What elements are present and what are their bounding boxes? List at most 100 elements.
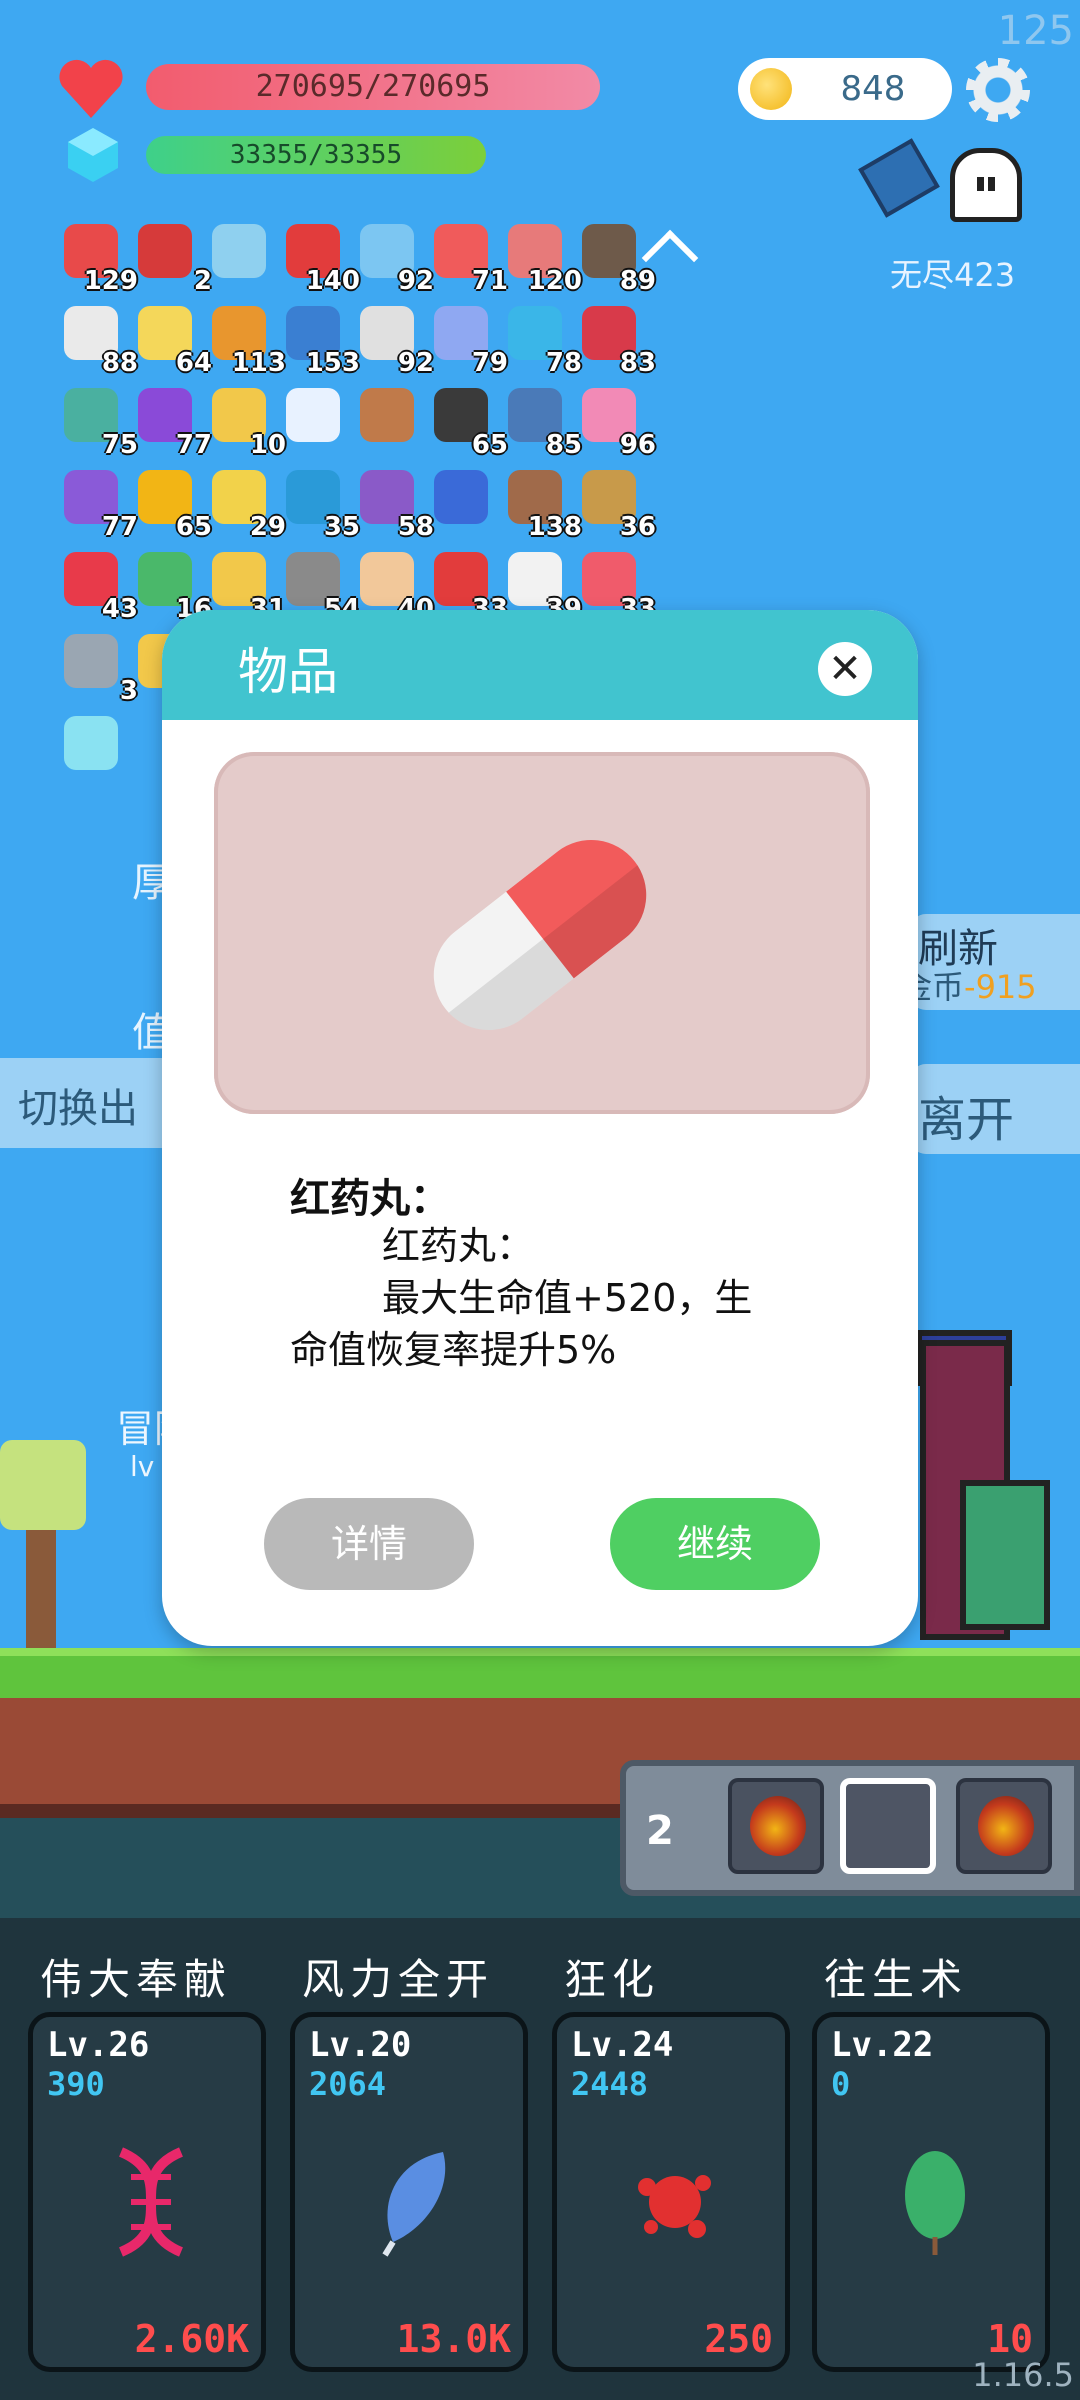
inventory-slot[interactable]: 79 (430, 304, 508, 378)
inventory-slot[interactable]: 33 (578, 550, 656, 624)
skill-card[interactable]: Lv.24 2448 250 (552, 2012, 790, 2372)
inventory-slot[interactable]: 140 (282, 222, 360, 296)
splat-icon (635, 2147, 715, 2257)
item-count: 96 (619, 430, 656, 460)
item-count: 113 (231, 348, 286, 378)
item-count: 83 (619, 348, 656, 378)
inventory-slot[interactable]: 29 (208, 468, 286, 542)
inventory-slot[interactable]: 88 (60, 304, 138, 378)
item-name: 红药丸： (290, 1176, 450, 1222)
inventory-slot[interactable]: 71 (430, 222, 508, 296)
skill-name: 狂化 (564, 1955, 661, 2004)
potion-belt-count: 2 (646, 1808, 674, 1854)
inventory-slot[interactable]: 58 (356, 468, 434, 542)
mana-bar: 33355/33355 (146, 136, 486, 174)
inventory-slot[interactable]: 3 (60, 632, 138, 706)
inventory-slot[interactable]: 120 (504, 222, 582, 296)
skill-card[interactable]: Lv.22 0 10 (812, 2012, 1050, 2372)
inventory-slot[interactable]: 2 (134, 222, 212, 296)
inventory-slot[interactable]: 64 (134, 304, 212, 378)
inventory-slot[interactable]: 77 (60, 468, 138, 542)
refresh-cost: 金币-915 (900, 962, 1037, 1008)
item-count: 36 (619, 512, 656, 542)
item-count: 92 (397, 266, 434, 296)
inventory-slot[interactable]: 39 (504, 550, 582, 624)
inventory-slot[interactable]: 10 (208, 386, 286, 460)
inventory-slot[interactable]: 83 (578, 304, 656, 378)
item-count: 92 (397, 348, 434, 378)
continue-button[interactable]: 继续 (610, 1498, 820, 1590)
inventory-slot[interactable]: 92 (356, 222, 434, 296)
inventory-slot[interactable] (208, 222, 272, 286)
inventory-slot[interactable]: 113 (208, 304, 286, 378)
item-count: 64 (175, 348, 212, 378)
skill-name: 风力全开 (302, 1955, 495, 2004)
heart-icon (58, 58, 124, 120)
inventory-slot[interactable]: 153 (282, 304, 360, 378)
potion-slot-1[interactable] (728, 1778, 824, 1874)
adventurer-level: lv (130, 1450, 155, 1483)
inventory-slot[interactable]: 36 (578, 468, 656, 542)
inventory-slot[interactable]: 75 (60, 386, 138, 460)
inventory-slot[interactable]: 43 (60, 550, 138, 624)
skill-level: Lv.26 (47, 2025, 150, 2065)
skill-upgrade-cost: 250 (704, 2317, 773, 2361)
item-count: 65 (175, 512, 212, 542)
tree-canopy (0, 1440, 86, 1530)
inventory-slot[interactable]: 96 (578, 386, 656, 460)
version-label: 1.16.5 (972, 2356, 1074, 2394)
potion-slot-3[interactable] (956, 1778, 1052, 1874)
item-count: 88 (101, 348, 138, 378)
skill-level: Lv.20 (309, 2025, 412, 2065)
skill-card[interactable]: Lv.26 390 2.60K (28, 2012, 266, 2372)
settings-gear-icon[interactable] (966, 58, 1030, 122)
close-icon[interactable]: ✕ (818, 642, 872, 696)
skill-points: 0 (831, 2065, 851, 2103)
inventory-slot[interactable]: 77 (134, 386, 212, 460)
compass-icon (64, 634, 118, 688)
skill-level: Lv.22 (831, 2025, 934, 2065)
skill-card[interactable]: Lv.20 2064 13.0K (290, 2012, 528, 2372)
skill-points: 2064 (309, 2065, 387, 2103)
inventory-slot[interactable] (60, 714, 124, 778)
inventory-slot[interactable]: 33 (430, 550, 508, 624)
fire-potion-icon (978, 1796, 1034, 1856)
inventory-slot[interactable]: 92 (356, 304, 434, 378)
inventory-slot[interactable] (282, 386, 346, 450)
inventory-slot[interactable]: 54 (282, 550, 360, 624)
red-pill-icon (411, 817, 669, 1053)
fire-potion-icon (750, 1796, 806, 1856)
inventory-slot[interactable] (356, 386, 420, 450)
skill-upgrade-cost: 13.0K (396, 2317, 511, 2361)
item-count: 140 (305, 266, 360, 296)
magnifier-icon (212, 224, 266, 278)
inventory-slot[interactable]: 78 (504, 304, 582, 378)
inventory-slot[interactable]: 35 (282, 468, 360, 542)
skill-level: Lv.24 (571, 2025, 674, 2065)
inventory-slot[interactable]: 31 (208, 550, 286, 624)
potion-slot-2[interactable] (840, 1778, 936, 1874)
cards-icon (434, 470, 488, 524)
inventory-slot[interactable]: 16 (134, 550, 212, 624)
leave-label: 离开 (918, 1092, 1015, 1148)
item-count: 120 (527, 266, 582, 296)
item-count: 29 (249, 512, 286, 542)
item-desc-line-2: 最大生命值+520，生 (382, 1276, 753, 1320)
inventory-slot[interactable]: 65 (430, 386, 508, 460)
inventory-slot[interactable]: 129 (60, 222, 138, 296)
leaf-icon (895, 2147, 975, 2257)
monster-sprite (960, 1480, 1050, 1630)
inventory-slot[interactable] (430, 468, 494, 532)
item-description: 红药丸： 最大生命值+520，生 命值恢复率提升5% (290, 1220, 810, 1376)
skill-name: 往生术 (824, 1955, 969, 2004)
gold-counter: 848 (738, 58, 952, 120)
detail-button[interactable]: 详情 (264, 1498, 474, 1590)
inventory-slot[interactable]: 138 (504, 468, 582, 542)
refresh-cost-value: -915 (964, 968, 1037, 1006)
magnet-icon (138, 224, 192, 278)
inventory-slot[interactable]: 85 (504, 386, 582, 460)
inventory-slot[interactable]: 89 (578, 222, 656, 296)
inventory-slot[interactable]: 65 (134, 468, 212, 542)
inventory-slot[interactable]: 40 (356, 550, 434, 624)
ghost-icon[interactable] (950, 148, 1022, 222)
